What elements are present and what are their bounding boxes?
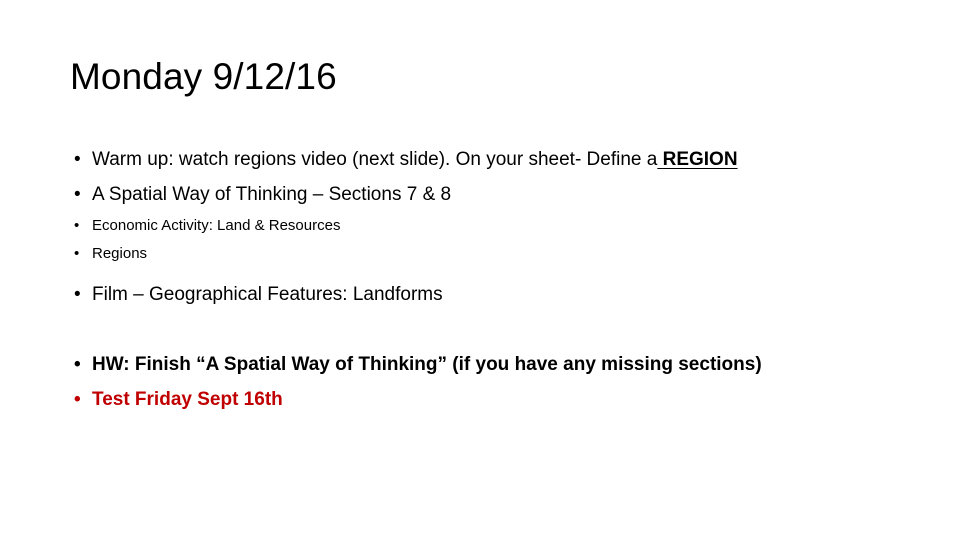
list-item-economic-activity-text: Economic Activity: Land & Resources — [92, 217, 341, 234]
list-item-test-date-text: Test Friday Sept 16th — [92, 389, 283, 410]
slide-body: • Warm up: watch regions video (next sli… — [70, 142, 900, 417]
bullet-point-icon: • — [74, 149, 81, 170]
bullet-point-icon: • — [74, 354, 81, 375]
list-item-regions: • Regions — [70, 240, 900, 268]
list-item-homework: • HW: Finish “A Spatial Way of Thinking”… — [70, 347, 900, 382]
slide-canvas: Monday 9/12/16 • Warm up: watch regions … — [0, 0, 960, 540]
bullet-point-icon: • — [74, 184, 81, 205]
list-item-homework-text: HW: Finish “A Spatial Way of Thinking” (… — [92, 354, 762, 375]
list-item-economic-activity: • Economic Activity: Land & Resources — [70, 212, 900, 240]
list-item-spatial-way-text: A Spatial Way of Thinking – Sections 7 &… — [92, 184, 452, 205]
page-title: Monday 9/12/16 — [70, 56, 337, 97]
sub-list-container: • Economic Activity: Land & Resources • … — [70, 212, 900, 268]
bullet-point-icon: • — [74, 217, 80, 234]
list-item-warm-up-text: Warm up: watch regions video (next slide… — [92, 149, 658, 170]
bullet-point-icon: • — [74, 389, 81, 410]
bullet-list-level1: • Warm up: watch regions video (next sli… — [70, 142, 900, 417]
list-item-film: • Film – Geographical Features: Landform… — [70, 277, 900, 312]
bullet-point-icon: • — [74, 284, 81, 305]
list-item-regions-text: Regions — [92, 245, 148, 262]
bullet-point-icon: • — [74, 245, 80, 262]
emphasis-region: REGION — [662, 149, 738, 170]
bullet-list-level2: • Economic Activity: Land & Resources • … — [70, 212, 900, 268]
list-item-spatial-way: • A Spatial Way of Thinking – Sections 7… — [70, 177, 900, 212]
spacer — [70, 268, 900, 277]
list-item-film-text: Film – Geographical Features: Landforms — [92, 284, 443, 305]
list-item-warm-up: • Warm up: watch regions video (next sli… — [70, 142, 900, 177]
spacer-blank-line — [70, 312, 900, 347]
list-item-test-date: • Test Friday Sept 16th — [70, 382, 900, 417]
